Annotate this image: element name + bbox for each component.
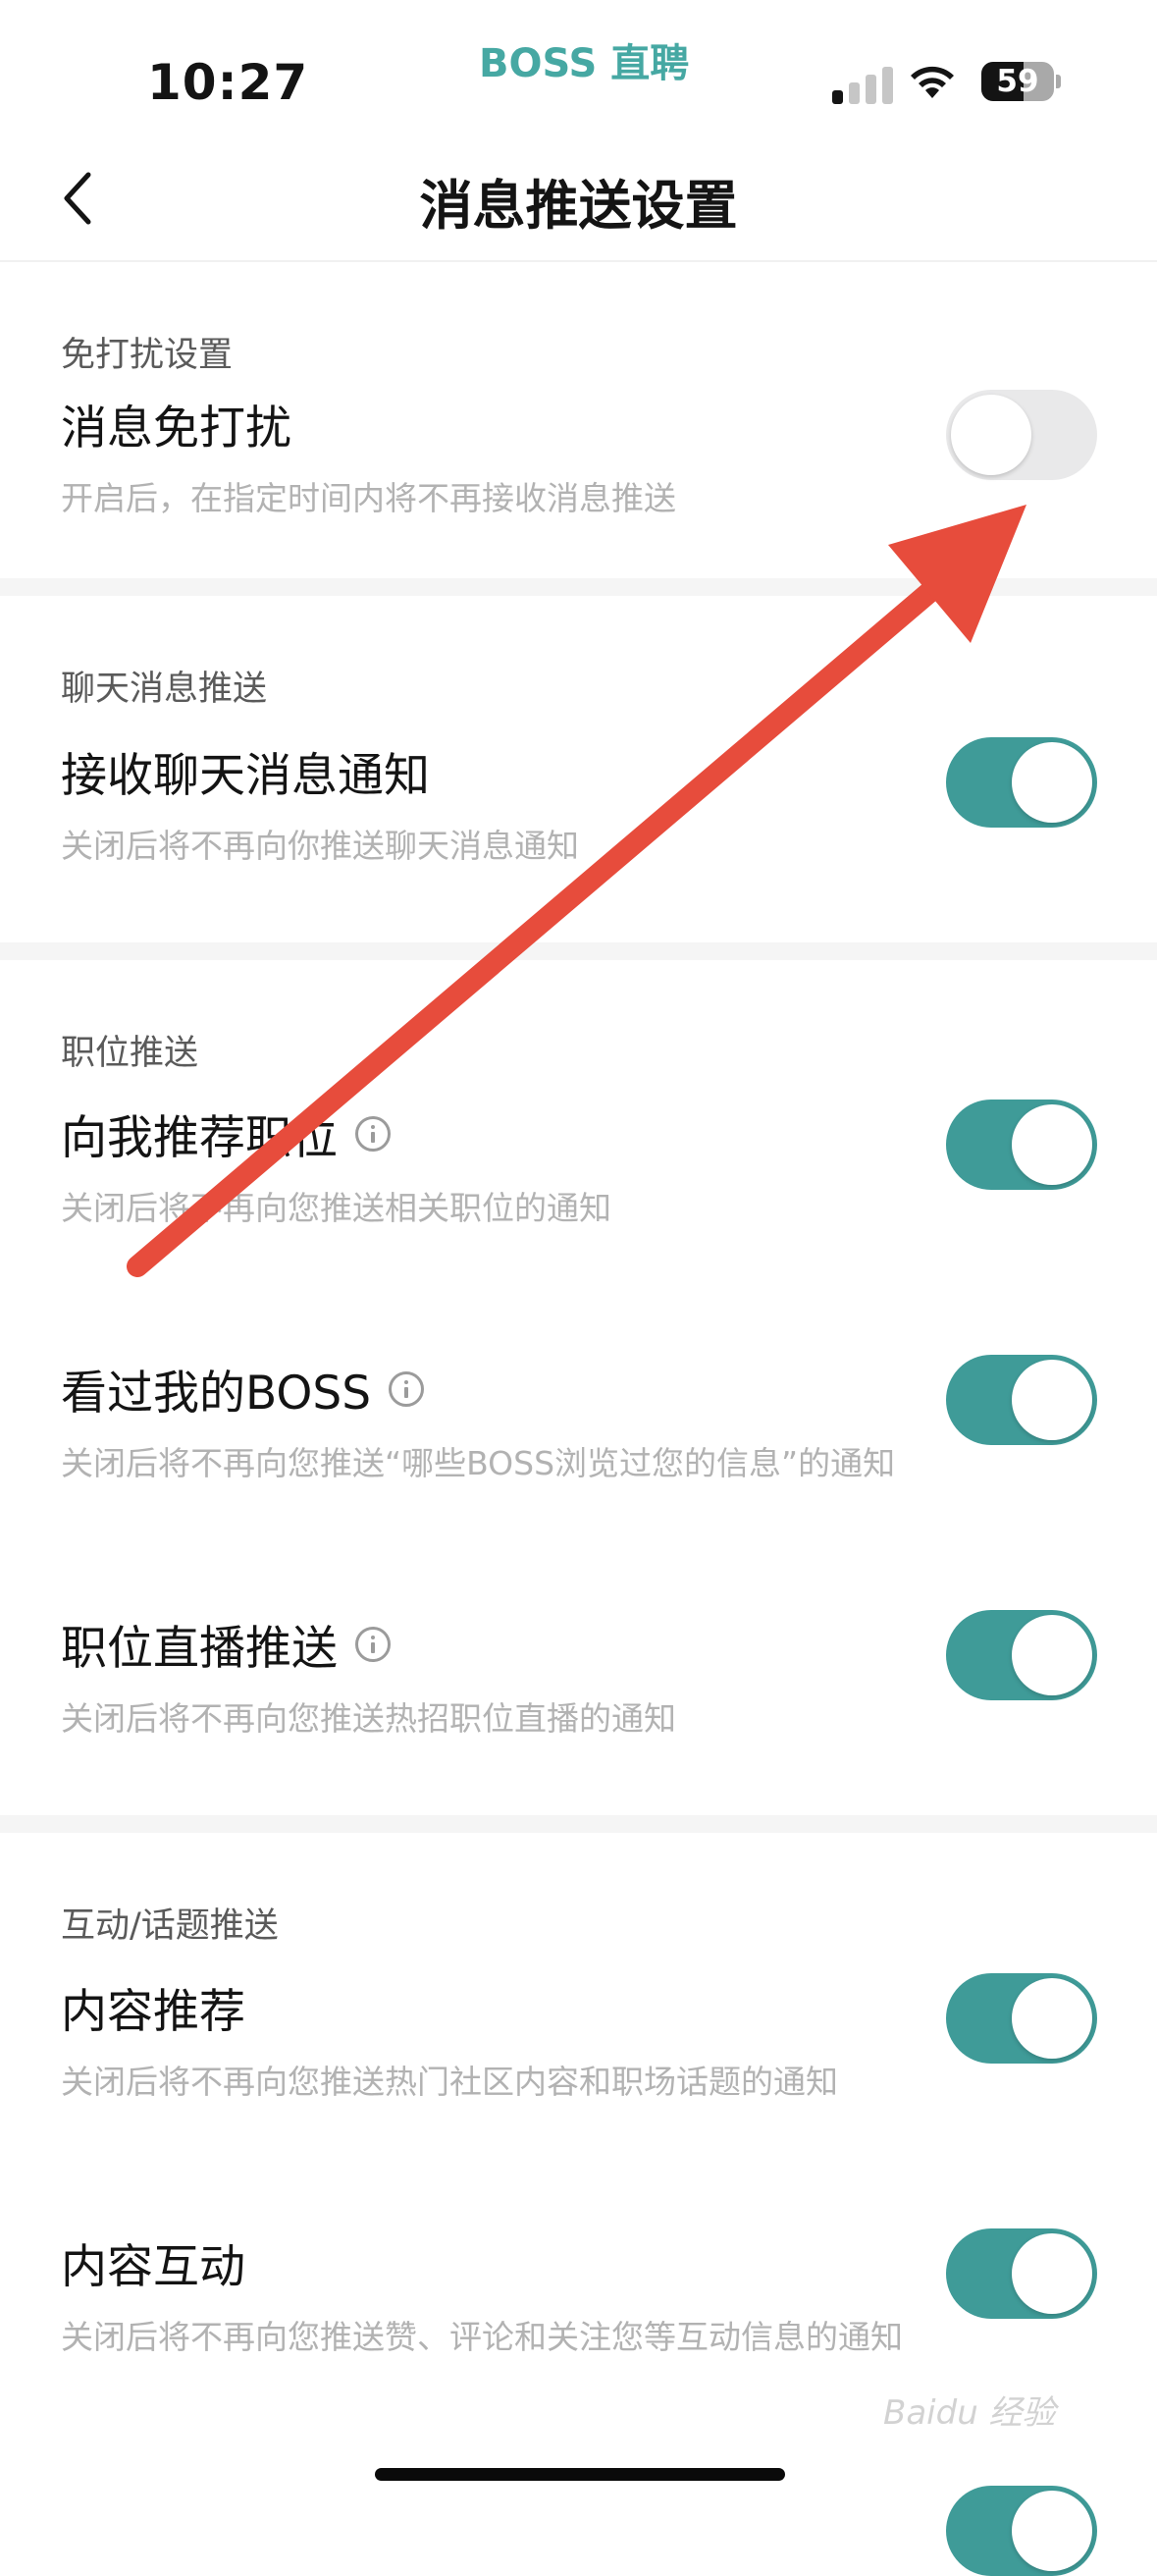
battery-icon: 59 [981,62,1054,101]
setting-row-do-not-disturb: 消息免打扰 开启后，在指定时间内将不再接收消息推送 [0,390,1157,547]
setting-desc: 关闭后将不再向您推送热招职位直播的通知 [61,1699,676,1738]
wifi-icon [911,66,954,98]
home-indicator[interactable] [375,2468,785,2481]
watermark: Baidu 经验 [883,2393,1056,2433]
section-do-not-disturb: 免打扰设置 消息免打扰 开启后，在指定时间内将不再接收消息推送 [0,262,1157,578]
setting-label-text: 职位直播推送 [61,1622,338,1676]
setting-desc: 开启后，在指定时间内将不再接收消息推送 [61,479,676,517]
info-icon[interactable] [389,1370,425,1407]
recommend-jobs-toggle[interactable] [946,1100,1097,1190]
chat-notify-toggle[interactable] [946,737,1097,828]
content-interact-toggle[interactable] [946,2228,1097,2319]
cellular-signal-icon [832,65,893,104]
status-time: 10:27 [147,54,309,111]
info-icon[interactable] [355,1626,391,1662]
setting-desc: 关闭后将不再向您推送热门社区内容和职场话题的通知 [61,2063,838,2101]
content-recommend-toggle[interactable] [946,1973,1097,2064]
section-title: 互动/话题推送 [61,1906,279,1946]
info-icon[interactable] [355,1115,391,1152]
setting-row-content-recommend: 内容推荐 关闭后将不再向您推送热门社区内容和职场话题的通知 [0,1973,1157,2130]
setting-label: 内容互动 [61,2240,245,2294]
setting-row-job-live: 职位直播推送 关闭后将不再向您推送热招职位直播的通知 [0,1610,1157,1767]
battery-tip [1056,75,1061,88]
section-title: 职位推送 [61,1034,199,1073]
battery-percent: 59 [996,64,1039,99]
status-bar: 10:27 BOSS 直聘 59 [0,0,1157,137]
setting-row-chat-notify: 接收聊天消息通知 关闭后将不再向你推送聊天消息通知 [0,737,1157,894]
setting-label: 消息免打扰 [61,402,291,456]
setting-label: 内容推荐 [61,1985,245,2039]
setting-desc: 关闭后将不再向您推送相关职位的通知 [61,1189,611,1227]
setting-row-recommend-jobs: 向我推荐职位 关闭后将不再向您推送相关职位的通知 [0,1100,1157,1257]
job-live-toggle[interactable] [946,1610,1097,1700]
brand-label: BOSS 直聘 [479,41,690,86]
setting-label-text: 向我推荐职位 [61,1111,338,1165]
section-divider [0,1815,1157,1833]
do-not-disturb-toggle[interactable] [946,390,1097,480]
partial-toggle[interactable] [946,2486,1097,2576]
setting-desc: 关闭后将不再向您推送赞、评论和关注您等互动信息的通知 [61,2318,903,2356]
setting-label: 看过我的BOSS [61,1355,425,1422]
setting-row-content-interact: 内容互动 关闭后将不再向您推送赞、评论和关注您等互动信息的通知 [0,2228,1157,2386]
setting-desc: 关闭后将不再向你推送聊天消息通知 [61,827,579,865]
setting-label: 接收聊天消息通知 [61,749,430,803]
section-title: 免打扰设置 [61,336,234,375]
setting-label-text: 看过我的BOSS [61,1367,372,1421]
section-title: 聊天消息推送 [61,670,268,709]
setting-label: 职位直播推送 [61,1610,391,1678]
section-job-push: 职位推送 向我推荐职位 关闭后将不再向您推送相关职位的通知 看过我的BOSS 关… [0,960,1157,1814]
section-chat-push: 聊天消息推送 接收聊天消息通知 关闭后将不再向你推送聊天消息通知 [0,596,1157,959]
setting-label: 向我推荐职位 [61,1100,391,1167]
viewed-me-toggle[interactable] [946,1355,1097,1445]
setting-row-viewed-me: 看过我的BOSS 关闭后将不再向您推送“哪些BOSS浏览过您的信息”的通知 [0,1355,1157,1512]
section-divider [0,942,1157,960]
setting-desc: 关闭后将不再向您推送“哪些BOSS浏览过您的信息”的通知 [61,1444,896,1482]
page-title: 消息推送设置 [419,175,738,237]
section-divider [0,578,1157,596]
nav-bar: 消息推送设置 [0,137,1157,262]
